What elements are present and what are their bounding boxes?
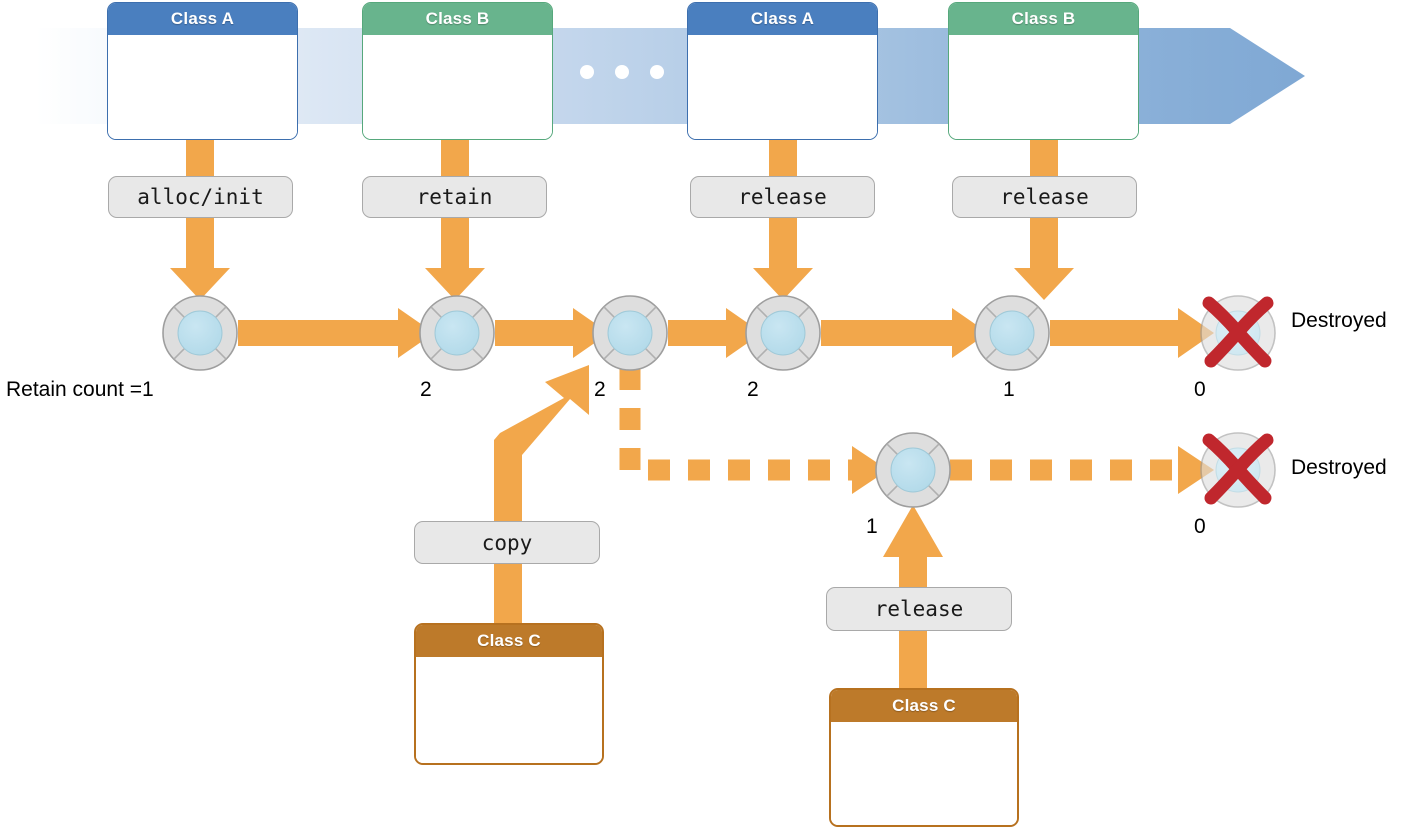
class-box-class-a-1[interactable]: Class A <box>107 2 298 140</box>
class-box-body <box>831 722 1017 825</box>
retain-count-value: 0 <box>1194 515 1206 538</box>
timeline-dot-3 <box>650 65 664 79</box>
retain-count-value: 2 <box>747 378 759 401</box>
method-label-copy[interactable]: copy <box>414 521 600 564</box>
destroyed-label: Destroyed <box>1291 456 1387 479</box>
class-box-body <box>363 35 552 139</box>
class-box-body <box>688 35 877 139</box>
object-icon <box>592 295 668 371</box>
class-box-class-b-1[interactable]: Class B <box>362 2 553 140</box>
main-flow-arrows <box>238 308 1214 358</box>
object-icon <box>745 295 821 371</box>
class-box-class-b-2[interactable]: Class B <box>948 2 1139 140</box>
class-box-body <box>108 35 297 139</box>
class-box-title: Class C <box>416 625 602 657</box>
timeline-dot-2 <box>615 65 629 79</box>
timeline-dot-1 <box>580 65 594 79</box>
class-box-title: Class A <box>108 3 297 35</box>
class-box-body <box>949 35 1138 139</box>
retain-count-value: 2 <box>594 378 606 401</box>
class-box-title: Class B <box>363 3 552 35</box>
copy-arrow <box>494 365 589 627</box>
destroyed-label: Destroyed <box>1291 309 1387 332</box>
retain-count-value: 2 <box>420 378 432 401</box>
vertical-connectors <box>170 138 1074 300</box>
class-box-title: Class B <box>949 3 1138 35</box>
dashed-copy-path <box>619 368 888 494</box>
object-icon <box>419 295 495 371</box>
retain-count-value: 0 <box>1194 378 1206 401</box>
diagram-canvas: Class A Class B Class A Class B Class C Class… <box>0 0 1405 827</box>
retain-count-value: 1 <box>866 515 878 538</box>
object-icon <box>162 295 238 371</box>
method-label-release-b[interactable]: release <box>952 176 1137 218</box>
retain-count-caption: Retain count =1 <box>6 378 154 401</box>
method-label-release-a[interactable]: release <box>690 176 875 218</box>
method-label-retain[interactable]: retain <box>362 176 547 218</box>
method-label-release-c[interactable]: release <box>826 587 1012 631</box>
class-box-class-a-2[interactable]: Class A <box>687 2 878 140</box>
method-label-alloc-init[interactable]: alloc/init <box>108 176 293 218</box>
object-icon <box>875 432 951 508</box>
class-box-title: Class C <box>831 690 1017 722</box>
object-icon <box>974 295 1050 371</box>
class-box-body <box>416 657 602 763</box>
retain-count-value: 1 <box>1003 378 1015 401</box>
class-box-class-c-1[interactable]: Class C <box>414 623 604 765</box>
dashed-destroy-path <box>950 446 1214 494</box>
class-box-title: Class A <box>688 3 877 35</box>
class-box-class-c-2[interactable]: Class C <box>829 688 1019 827</box>
